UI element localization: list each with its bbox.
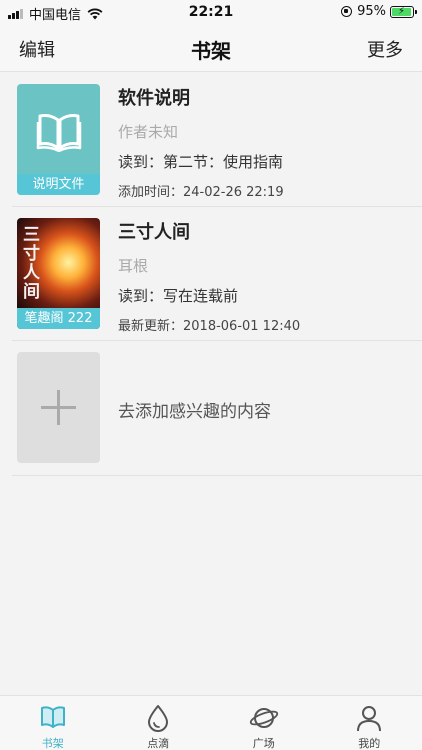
book-time: 添加时间：24-02-26 22:19 xyxy=(118,185,284,200)
more-button[interactable]: 更多 xyxy=(367,36,403,62)
tab-bookshelf[interactable]: 书架 xyxy=(0,696,106,750)
book-author: 作者未知 xyxy=(118,123,179,141)
tab-moments[interactable]: 点滴 xyxy=(106,696,212,750)
book-icon xyxy=(40,706,65,728)
add-content-row[interactable]: 去添加感兴趣的内容 xyxy=(12,341,422,476)
tab-label: 书架 xyxy=(41,737,64,750)
book-source-tag: 说明文件 xyxy=(17,174,100,195)
page-title: 书架 xyxy=(191,39,231,63)
tab-square[interactable]: 广场 xyxy=(211,696,317,750)
bookshelf-list: 说明文件 软件说明 作者未知 读到：第二节：使用指南 添加时间：24-02-26… xyxy=(0,73,422,476)
book-source-tag: 笔趣阁 222 xyxy=(17,308,100,329)
status-right: 95% ⚡ xyxy=(341,4,417,19)
add-content-button[interactable] xyxy=(17,352,100,463)
tab-bar: 书架 点滴 广场 我的 xyxy=(0,695,422,750)
book-time: 最新更新：2018-06-01 12:40 xyxy=(118,319,301,334)
open-book-icon xyxy=(36,114,82,152)
add-content-label[interactable]: 去添加感兴趣的内容 xyxy=(118,397,271,422)
person-icon xyxy=(357,706,382,732)
book-item[interactable]: 说明文件 软件说明 作者未知 读到：第二节：使用指南 添加时间：24-02-26… xyxy=(12,73,422,207)
nav-bar: 编辑 书架 更多 xyxy=(0,24,422,72)
book-cover: 三寸人间 笔趣阁 222 xyxy=(17,218,100,329)
book-author: 耳根 xyxy=(118,257,149,275)
orientation-lock-icon xyxy=(341,6,353,17)
planet-icon xyxy=(249,708,278,728)
book-item[interactable]: 三寸人间 笔趣阁 222 三寸人间 耳根 读到：写在连载前 最新更新：2018-… xyxy=(12,207,422,341)
drop-icon xyxy=(148,705,169,732)
battery-icon: ⚡ xyxy=(390,5,417,18)
book-progress: 读到：第二节：使用指南 xyxy=(118,153,284,171)
book-info: 软件说明 作者未知 读到：第二节：使用指南 添加时间：24-02-26 22:1… xyxy=(118,84,284,200)
book-cover: 说明文件 xyxy=(17,84,100,195)
status-bar: 中国电信 22:21 95% ⚡ xyxy=(0,0,422,24)
tab-label: 广场 xyxy=(252,737,275,750)
book-title: 三寸人间 xyxy=(118,222,190,243)
charging-icon: ⚡ xyxy=(398,5,406,17)
book-progress: 读到：写在连载前 xyxy=(118,287,239,305)
tab-mine[interactable]: 我的 xyxy=(317,696,422,750)
tab-label: 点滴 xyxy=(147,737,170,750)
book-title: 软件说明 xyxy=(118,88,190,109)
battery-percent: 95% xyxy=(357,4,386,19)
cover-title: 三寸人间 xyxy=(23,225,40,302)
plus-icon-vertical xyxy=(57,390,60,425)
tab-label: 我的 xyxy=(358,737,381,750)
book-info: 三寸人间 耳根 读到：写在连载前 最新更新：2018-06-01 12:40 xyxy=(118,218,300,334)
